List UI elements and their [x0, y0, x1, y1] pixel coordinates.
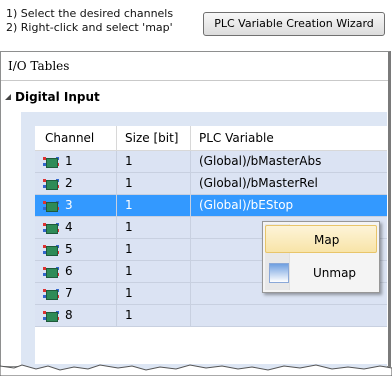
column-header-channel[interactable]: Channel	[35, 126, 117, 150]
io-channel-icon	[43, 177, 59, 191]
section-title: Digital Input	[15, 90, 100, 104]
cell-size: 1	[117, 305, 191, 326]
cell-channel: 2	[35, 173, 117, 194]
channel-number: 3	[65, 198, 73, 212]
cell-channel: 8	[35, 305, 117, 326]
cell-channel: 5	[35, 239, 117, 260]
plc-variable-wizard-button[interactable]: PLC Variable Creation Wizard	[203, 12, 385, 36]
io-channel-icon	[43, 199, 59, 213]
io-channel-icon	[43, 265, 59, 279]
table-row[interactable]: 2 1 (Global)/bMasterRel	[35, 173, 387, 195]
io-channel-icon	[43, 243, 59, 257]
cell-size: 1	[117, 173, 191, 194]
menu-item-map[interactable]: Map	[265, 225, 377, 253]
cell-plc-variable	[191, 305, 387, 326]
cell-channel: 7	[35, 283, 117, 304]
io-channel-icon	[43, 309, 59, 323]
panel-title: I/O Tables	[8, 59, 70, 73]
channel-number: 7	[65, 286, 73, 300]
table-row[interactable]: 81	[35, 305, 387, 327]
cell-size: 1	[117, 217, 191, 238]
context-menu: Map Unmap	[262, 221, 380, 293]
collapse-arrow-icon[interactable]	[5, 94, 11, 100]
table-header: Channel Size [bit] PLC Variable	[35, 126, 387, 151]
cell-size: 1	[117, 195, 191, 216]
cell-size: 1	[117, 261, 191, 282]
channel-number: 4	[65, 220, 73, 234]
panel-divider	[1, 80, 388, 81]
screenshot-frame: 1) Select the desired channels 2) Right-…	[0, 0, 392, 376]
table-row[interactable]: 1 1 (Global)/bMasterAbs	[35, 151, 387, 173]
menu-item-unmap[interactable]: Unmap	[265, 259, 377, 287]
table-row[interactable]: 3 1 (Global)/bEStop	[35, 195, 387, 217]
cell-size: 1	[117, 151, 191, 172]
channel-number: 6	[65, 264, 73, 278]
channel-number: 8	[65, 308, 73, 322]
menu-item-map-label: Map	[314, 233, 340, 247]
cell-size: 1	[117, 239, 191, 260]
instructions: 1) Select the desired channels 2) Right-…	[6, 7, 173, 35]
unmap-icon	[269, 263, 289, 283]
column-header-size[interactable]: Size [bit]	[117, 126, 191, 150]
channel-number: 2	[65, 176, 73, 190]
cell-plc-variable: (Global)/bMasterAbs	[199, 154, 322, 168]
cell-channel: 6	[35, 261, 117, 282]
column-header-plc-variable[interactable]: PLC Variable	[191, 126, 387, 150]
cell-plc-variable: (Global)/bEStop	[199, 198, 294, 212]
cell-channel: 1	[35, 151, 117, 172]
cell-channel: 3	[35, 195, 117, 216]
io-channel-icon	[43, 155, 59, 169]
instruction-line-2: 2) Right-click and select 'map'	[6, 21, 173, 34]
cell-plc-variable: (Global)/bMasterRel	[199, 176, 318, 190]
io-channel-icon	[43, 287, 59, 301]
io-tables-panel: I/O Tables Digital Input Channel Size [b…	[0, 51, 391, 374]
channel-number: 5	[65, 242, 73, 256]
io-channel-icon	[43, 221, 59, 235]
menu-item-unmap-label: Unmap	[313, 266, 357, 280]
channel-number: 1	[65, 154, 73, 168]
section-header-digital-input[interactable]: Digital Input	[5, 90, 100, 104]
torn-edge-decoration	[0, 364, 392, 376]
cell-size: 1	[117, 283, 191, 304]
instruction-line-1: 1) Select the desired channels	[6, 7, 174, 20]
cell-channel: 4	[35, 217, 117, 238]
